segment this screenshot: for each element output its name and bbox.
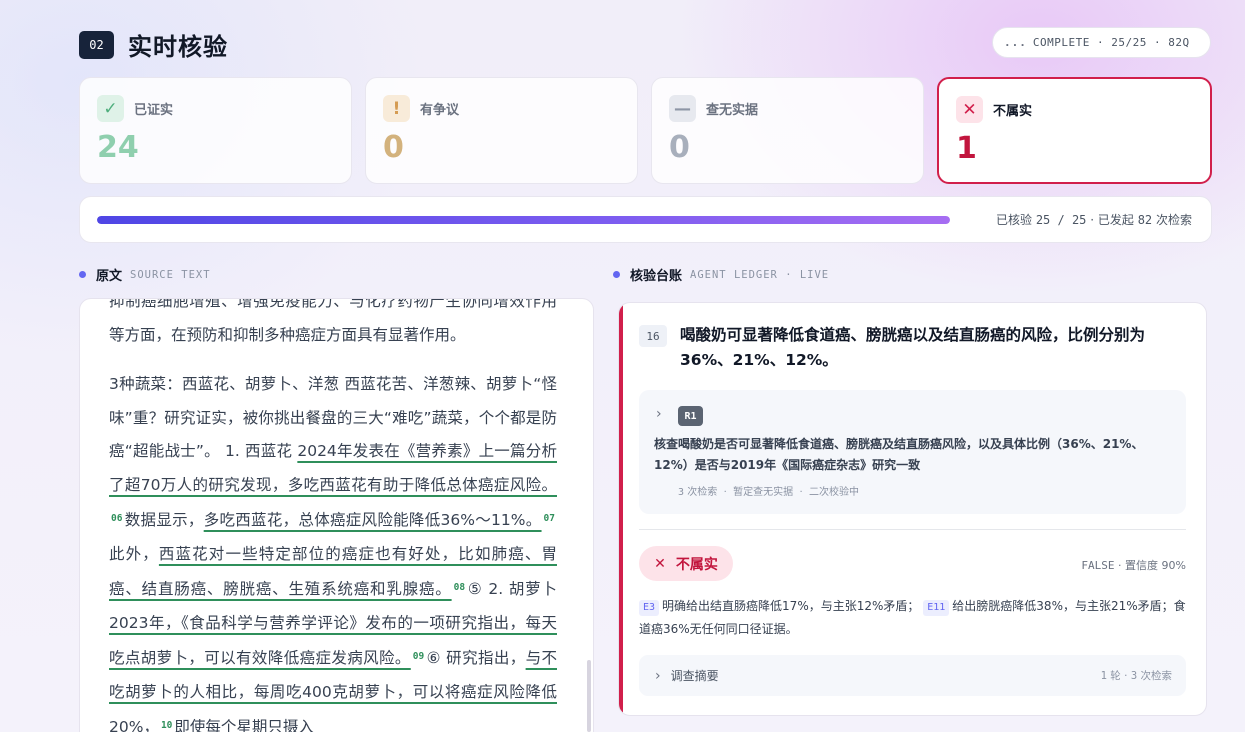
citation-marker[interactable]: 06 <box>111 513 122 524</box>
section-dot <box>613 271 620 278</box>
section-subtitle: SOURCE TEXT <box>130 268 211 281</box>
stat-value: 0 <box>383 130 404 165</box>
source-paragraph: 3种蔬菜：西蓝花、胡萝卜、洋葱 西蓝花苦、洋葱辣、胡萝卜“怪味”重？研究证实，被… <box>109 368 557 732</box>
progress-separator: · 已发起 <box>1090 213 1134 227</box>
check-icon: ✓ <box>97 95 124 122</box>
stat-value: 1 <box>956 131 977 166</box>
chevron-right-icon[interactable]: › <box>656 406 662 422</box>
source-text: 数据显示， <box>124 511 204 529</box>
stat-value: 0 <box>669 130 690 165</box>
source-text: ⑤ 2. 胡萝卜 <box>467 580 557 598</box>
stat-card-verified[interactable]: ✓ 已证实 24 <box>79 77 352 184</box>
source-section-header: 原文 SOURCE TEXT <box>79 265 211 284</box>
source-text-content: 抑制癌细胞增殖、增强免疫能力、与化疗药物产生协同增效作用等方面，在预防和抑制多种… <box>109 298 557 732</box>
round-substatus: 二次校验中 <box>809 487 860 498</box>
status-pill: ... COMPLETE · 25/25 · 82Q <box>992 27 1211 58</box>
citation-marker[interactable]: 07 <box>544 513 555 524</box>
stat-card-false[interactable]: ✕ 不属实 1 <box>937 77 1212 184</box>
evidence-text: 明确给出结直肠癌降低17%，与主张12%矛盾； <box>662 599 920 613</box>
stat-label: 有争议 <box>420 103 460 118</box>
investigation-summary-toggle[interactable]: › 调查摘要 1 轮 · 3 次检索 <box>639 655 1186 696</box>
summary-queries-label: 次检索 <box>1140 670 1173 682</box>
query-count: 82 <box>1137 213 1153 227</box>
claim-number: 16 <box>639 325 667 347</box>
round-query-count: 3 <box>678 487 685 498</box>
stat-card-disputed[interactable]: ! 有争议 0 <box>365 77 638 184</box>
source-text: 此外， <box>109 544 159 563</box>
evidence-tag[interactable]: E3 <box>639 600 660 616</box>
summary-rounds: 1 <box>1100 670 1107 682</box>
stat-card-no-evidence[interactable]: — 查无实据 0 <box>651 77 924 184</box>
verdict-code: FALSE <box>1081 559 1115 572</box>
source-text: ⑥ 研究指出， <box>426 649 526 667</box>
verdict-reason: E3 明确给出结直肠癌降低17%，与主张12%矛盾； E11 给出膀胱癌降低38%，… <box>639 595 1189 641</box>
round-query-count-label: 次检索 <box>687 487 718 498</box>
round-status: 暂定查无实据 <box>733 487 794 498</box>
step-badge: 02 <box>79 30 114 59</box>
stat-label: 不属实 <box>993 104 1033 119</box>
section-title: 原文 <box>96 269 123 284</box>
stat-value: 24 <box>97 130 139 165</box>
round-tag: R1 <box>678 406 703 426</box>
evidence-tag[interactable]: E11 <box>923 600 950 616</box>
summary-queries: 3 <box>1130 670 1138 682</box>
source-scrollbar[interactable] <box>587 660 591 732</box>
verdict-label: 不属实 <box>675 556 718 573</box>
progress-count: 25 / 25 <box>1035 213 1087 227</box>
verdict-meta: FALSE · 置信度 90% <box>1081 557 1186 573</box>
summary-rounds-label: 轮 · <box>1110 670 1128 682</box>
progress-prefix: 已核验 <box>995 213 1032 227</box>
page-title: 实时核验 <box>128 33 228 61</box>
ledger-claim-card: 16 喝酸奶可显著降低食道癌、膀胱癌以及结直肠癌的风险，比例分别为36%、21%… <box>618 302 1207 716</box>
section-dot <box>79 271 86 278</box>
source-paragraph: 抑制癌细胞增殖、增强免疫能力、与化疗药物产生协同增效作用等方面，在预防和抑制多种… <box>109 298 557 344</box>
round-meta: 3 次检索 · 暂定查无实据 · 二次校验中 <box>678 487 860 498</box>
chevron-right-icon: › <box>655 667 661 684</box>
summary-meta: 1 轮 · 3 次检索 <box>1101 668 1172 683</box>
progress-fill <box>97 216 950 224</box>
progress-panel: 已核验 25 / 25 · 已发起 82 次检索 <box>79 196 1212 243</box>
claim-text: 喝酸奶可显著降低食道癌、膀胱癌以及结直肠癌的风险，比例分别为36%、21%、12… <box>680 326 1146 369</box>
progress-text: 已核验 25 / 25 · 已发起 82 次检索 <box>996 211 1192 228</box>
stat-label: 已证实 <box>134 103 174 118</box>
verdict-badge: ✕ 不属实 <box>639 546 733 581</box>
progress-suffix: 次检索 <box>1155 213 1192 227</box>
citation-marker[interactable]: 09 <box>413 651 424 662</box>
x-icon: ✕ <box>654 555 666 572</box>
section-title: 核验台账 <box>630 269 683 284</box>
citation-marker[interactable]: 10 <box>161 720 172 731</box>
source-text-panel[interactable]: 抑制癌细胞增殖、增强免疫能力、与化疗药物产生协同增效作用等方面，在预防和抑制多种… <box>79 298 594 732</box>
citation-marker[interactable]: 08 <box>454 582 465 593</box>
x-icon: ✕ <box>956 96 983 123</box>
section-subtitle: AGENT LEDGER · LIVE <box>690 268 830 281</box>
summary-label: 调查摘要 <box>670 669 719 683</box>
stat-label: 查无实据 <box>706 103 759 118</box>
false-accent-bar <box>619 303 623 715</box>
status-dots: ... <box>1004 36 1027 49</box>
dash-icon: — <box>669 95 696 122</box>
status-text: COMPLETE · 25/25 · 82Q <box>1032 36 1190 49</box>
highlighted-claim[interactable]: 多吃西蓝花，总体癌症风险能降低36%～11%。 <box>204 511 542 529</box>
progress-bar <box>97 216 950 224</box>
source-text: 即使每个星期只摄入 <box>174 718 314 732</box>
round-query: 核查喝酸奶是否可显著降低食道癌、膀胱癌及结直肠癌风险，以及具体比例（36%、21… <box>654 437 1144 472</box>
ledger-section-header: 核验台账 AGENT LEDGER · LIVE <box>613 265 829 284</box>
verdict-confidence: · 置信度 90% <box>1118 559 1186 572</box>
divider <box>639 529 1186 530</box>
page-header: 02 实时核验 <box>79 27 228 62</box>
round-card[interactable]: › R1 核查喝酸奶是否可显著降低食道癌、膀胱癌及结直肠癌风险，以及具体比例（3… <box>639 390 1186 514</box>
exclamation-icon: ! <box>383 95 410 122</box>
